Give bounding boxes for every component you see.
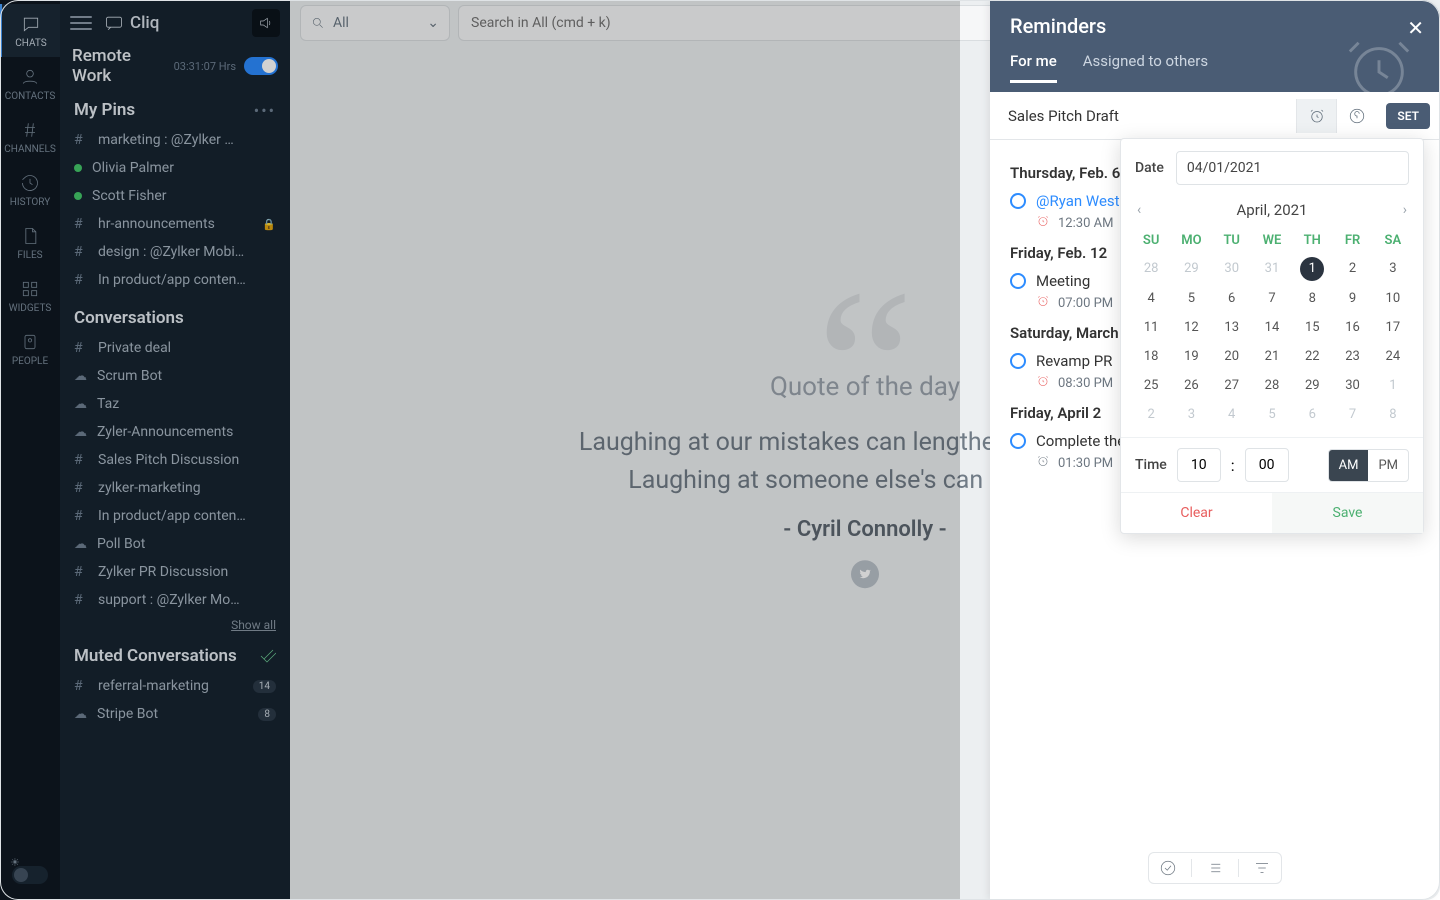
calendar-day[interactable]: 21 (1252, 342, 1292, 371)
calendar-day[interactable]: 20 (1212, 342, 1252, 371)
reminder-text: Meeting (1036, 272, 1090, 290)
calendar-day[interactable]: 28 (1131, 254, 1171, 284)
calendar-day[interactable]: 17 (1373, 313, 1413, 342)
calendar-day[interactable]: 3 (1373, 254, 1413, 284)
calendar-day[interactable]: 7 (1332, 400, 1372, 429)
reminder-time-button[interactable] (1296, 99, 1336, 133)
calendar-day[interactable]: 9 (1332, 284, 1372, 313)
calendar-day[interactable]: 3 (1171, 400, 1211, 429)
calendar-day[interactable]: 29 (1171, 254, 1211, 284)
time-label: Time (1135, 457, 1167, 473)
completed-view-button[interactable] (1159, 859, 1177, 877)
calendar-day[interactable]: 31 (1252, 254, 1292, 284)
calendar-day[interactable]: 8 (1373, 400, 1413, 429)
complete-checkbox[interactable] (1010, 433, 1026, 449)
calendar-day[interactable]: 12 (1171, 313, 1211, 342)
next-month-button[interactable]: › (1403, 202, 1407, 218)
reminder-time: 12:30 AM (1058, 216, 1113, 231)
list-view-button[interactable] (1206, 859, 1224, 877)
panel-header: Reminders ✕ For me Assigned to others (990, 0, 1440, 92)
reminder-time: 08:30 PM (1058, 376, 1113, 391)
calendar-day[interactable]: 29 (1292, 371, 1332, 400)
calendar-grid: SUMOTUWETHFRSA28293031123456789101112131… (1121, 227, 1423, 437)
alarm-icon (1036, 374, 1050, 392)
calendar-day[interactable]: 30 (1212, 254, 1252, 284)
day-header: MO (1171, 227, 1211, 254)
date-input[interactable] (1176, 151, 1409, 185)
calendar-day[interactable]: 10 (1373, 284, 1413, 313)
reminder-input[interactable] (990, 107, 1296, 125)
minute-input[interactable] (1245, 448, 1289, 482)
calendar-day[interactable]: 16 (1332, 313, 1372, 342)
clear-button[interactable]: Clear (1121, 493, 1272, 533)
hour-input[interactable] (1177, 448, 1221, 482)
day-header: SU (1131, 227, 1171, 254)
calendar-day[interactable]: 4 (1212, 400, 1252, 429)
reminder-time: 07:00 PM (1058, 296, 1113, 311)
ampm-toggle: AM PM (1328, 449, 1409, 482)
calendar-day[interactable]: 2 (1332, 254, 1372, 284)
alarm-icon (1036, 214, 1050, 232)
reminders-panel: Reminders ✕ For me Assigned to others SE… (990, 0, 1440, 900)
complete-checkbox[interactable] (1010, 273, 1026, 289)
calendar-day[interactable]: 1 (1300, 257, 1324, 281)
calendar-day[interactable]: 6 (1212, 284, 1252, 313)
calendar-day[interactable]: 30 (1332, 371, 1372, 400)
complete-checkbox[interactable] (1010, 353, 1026, 369)
calendar-day[interactable]: 26 (1171, 371, 1211, 400)
day-header: FR (1332, 227, 1372, 254)
month-label: April, 2021 (1237, 201, 1308, 219)
am-button[interactable]: AM (1329, 450, 1369, 481)
calendar-day[interactable]: 22 (1292, 342, 1332, 371)
reminder-text: @Ryan West (1036, 192, 1120, 210)
alarm-icon (1036, 294, 1050, 312)
calendar-day[interactable]: 11 (1131, 313, 1171, 342)
calendar-day[interactable]: 19 (1171, 342, 1211, 371)
calendar-day[interactable]: 5 (1171, 284, 1211, 313)
pm-button[interactable]: PM (1368, 450, 1408, 481)
calendar-day[interactable]: 14 (1252, 313, 1292, 342)
date-picker: Date ‹ April, 2021 › SUMOTUWETHFRSA28293… (1120, 138, 1424, 534)
calendar-day[interactable]: 8 (1292, 284, 1332, 313)
day-header: TH (1292, 227, 1332, 254)
clock-icon (1036, 454, 1050, 472)
calendar-day[interactable]: 6 (1292, 400, 1332, 429)
day-header: TU (1212, 227, 1252, 254)
calendar-day[interactable]: 24 (1373, 342, 1413, 371)
save-button[interactable]: Save (1272, 493, 1423, 533)
calendar-day[interactable]: 18 (1131, 342, 1171, 371)
filter-button[interactable] (1253, 859, 1271, 877)
calendar-day[interactable]: 25 (1131, 371, 1171, 400)
calendar-day[interactable]: 13 (1212, 313, 1252, 342)
calendar-day[interactable]: 23 (1332, 342, 1372, 371)
complete-checkbox[interactable] (1010, 193, 1026, 209)
calendar-day[interactable]: 4 (1131, 284, 1171, 313)
calendar-day[interactable]: 28 (1252, 371, 1292, 400)
calendar-day[interactable]: 7 (1252, 284, 1292, 313)
date-label: Date (1135, 160, 1164, 176)
calendar-day[interactable]: 5 (1252, 400, 1292, 429)
reminder-text: Revamp PR (1036, 352, 1112, 370)
calendar-day[interactable]: 27 (1212, 371, 1252, 400)
day-header: WE (1252, 227, 1292, 254)
panel-footer-toolbar (1148, 852, 1282, 884)
calendar-day[interactable]: 1 (1373, 371, 1413, 400)
calendar-day[interactable]: 15 (1292, 313, 1332, 342)
day-header: SA (1373, 227, 1413, 254)
tab-assigned-to-others[interactable]: Assigned to others (1083, 52, 1208, 83)
calendar-day[interactable]: 2 (1131, 400, 1171, 429)
reminder-time: 01:30 PM (1058, 456, 1113, 471)
prev-month-button[interactable]: ‹ (1137, 202, 1141, 218)
tab-for-me[interactable]: For me (1010, 52, 1057, 83)
modal-backdrop (0, 0, 960, 900)
alarm-decorative-icon (1344, 34, 1414, 108)
